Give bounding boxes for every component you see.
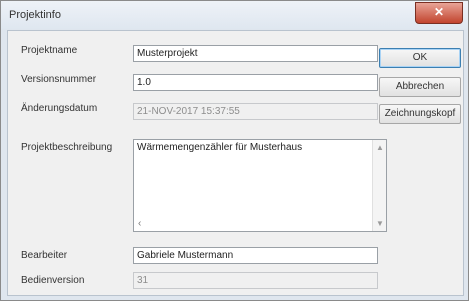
aenderungsdatum-field: 21-NOV-2017 15:37:55 bbox=[133, 103, 378, 120]
bearbeiter-field[interactable]: Gabriele Mustermann bbox=[133, 247, 378, 264]
projektbeschreibung-label: Projektbeschreibung bbox=[21, 142, 113, 153]
ok-button[interactable]: OK bbox=[379, 48, 461, 68]
close-button[interactable]: ✕ bbox=[415, 2, 463, 24]
projektbeschreibung-text: Wärmemengenzähler für Musterhaus bbox=[137, 142, 303, 153]
dialog-body: Projektname Musterprojekt Versionsnummer… bbox=[7, 30, 464, 296]
scroll-left-arrow-icon[interactable]: ‹ bbox=[138, 218, 141, 229]
versionsnummer-field[interactable]: 1.0 bbox=[133, 74, 378, 91]
window-title: Projektinfo bbox=[9, 9, 61, 21]
bedienversion-field: 31 bbox=[133, 272, 378, 289]
projektname-field[interactable]: Musterprojekt bbox=[133, 45, 378, 62]
projektinfo-dialog: Projektinfo ✕ Projektname Musterprojekt … bbox=[0, 0, 469, 301]
projektname-label: Projektname bbox=[21, 45, 78, 56]
zeichnungskopf-button[interactable]: Zeichnungskopf bbox=[379, 104, 461, 124]
scroll-down-arrow-icon[interactable]: ▼ bbox=[376, 219, 384, 228]
scroll-up-arrow-icon[interactable]: ▲ bbox=[376, 143, 384, 152]
projektbeschreibung-textarea[interactable]: Wärmemengenzähler für Musterhaus ▲ ▼ ‹ bbox=[133, 139, 387, 232]
close-icon: ✕ bbox=[433, 5, 445, 19]
bedienversion-label: Bedienversion bbox=[21, 275, 85, 286]
abbrechen-button[interactable]: Abbrechen bbox=[379, 77, 461, 97]
aenderungsdatum-label: Änderungsdatum bbox=[21, 103, 98, 114]
bearbeiter-label: Bearbeiter bbox=[21, 250, 68, 261]
versionsnummer-label: Versionsnummer bbox=[21, 74, 97, 85]
vertical-scrollbar[interactable]: ▲ ▼ bbox=[372, 140, 386, 231]
title-bar[interactable]: Projektinfo ✕ bbox=[1, 1, 468, 29]
